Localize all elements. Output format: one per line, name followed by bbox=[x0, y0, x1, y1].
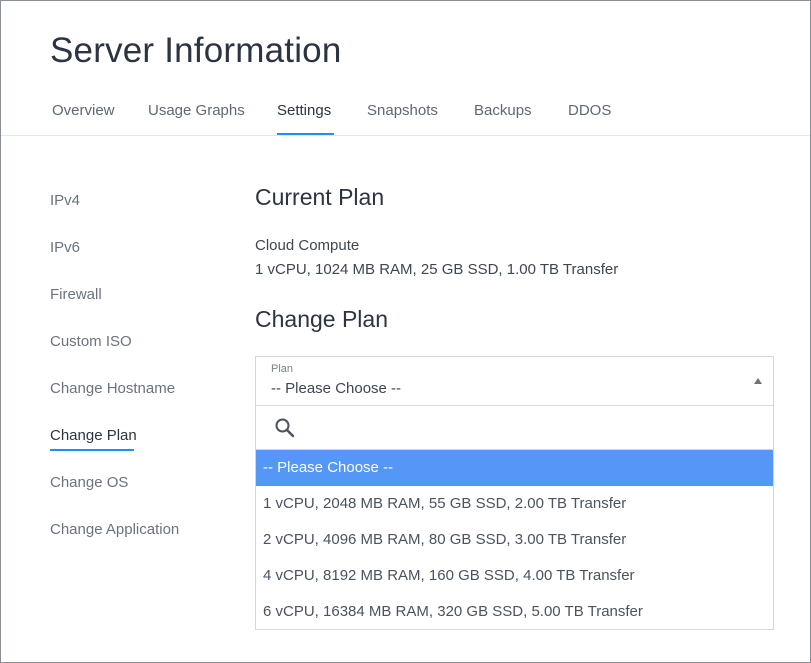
plan-option-2vcpu[interactable]: 2 vCPU, 4096 MB RAM, 80 GB SSD, 3.00 TB … bbox=[256, 522, 773, 558]
current-plan-name: Cloud Compute bbox=[255, 237, 360, 254]
change-plan-heading: Change Plan bbox=[255, 306, 388, 332]
plan-dropdown: -- Please Choose -- 1 vCPU, 2048 MB RAM,… bbox=[255, 406, 774, 630]
plan-option-6vcpu[interactable]: 6 vCPU, 16384 MB RAM, 320 GB SSD, 5.00 T… bbox=[256, 594, 773, 630]
sidebar-item-change-hostname[interactable]: Change Hostname bbox=[50, 380, 175, 397]
sidebar-item-ipv4[interactable]: IPv4 bbox=[50, 192, 80, 209]
search-icon bbox=[274, 417, 296, 439]
page-title: Server Information bbox=[50, 31, 342, 70]
tab-bar: Overview Usage Graphs Settings Snapshots… bbox=[1, 89, 810, 136]
tab-settings[interactable]: Settings bbox=[277, 102, 331, 119]
tab-snapshots[interactable]: Snapshots bbox=[367, 102, 438, 119]
plan-option-4vcpu[interactable]: 4 vCPU, 8192 MB RAM, 160 GB SSD, 4.00 TB… bbox=[256, 558, 773, 594]
tab-ddos[interactable]: DDOS bbox=[568, 102, 611, 119]
tab-backups[interactable]: Backups bbox=[474, 102, 532, 119]
current-plan-heading: Current Plan bbox=[255, 184, 385, 210]
sidebar-item-change-application[interactable]: Change Application bbox=[50, 521, 179, 538]
dropdown-search-input[interactable] bbox=[302, 414, 761, 442]
active-sidebar-indicator bbox=[50, 449, 134, 451]
current-plan-details: 1 vCPU, 1024 MB RAM, 25 GB SSD, 1.00 TB … bbox=[255, 261, 619, 278]
plan-select[interactable]: Plan -- Please Choose -- bbox=[255, 356, 774, 406]
dropdown-search-row bbox=[256, 406, 773, 450]
plan-option-please-choose[interactable]: -- Please Choose -- bbox=[256, 450, 773, 486]
caret-up-icon bbox=[754, 378, 762, 384]
sidebar-item-change-plan[interactable]: Change Plan bbox=[50, 427, 137, 444]
plan-select-label: Plan bbox=[271, 363, 294, 375]
sidebar-item-ipv6[interactable]: IPv6 bbox=[50, 239, 80, 256]
sidebar-item-firewall[interactable]: Firewall bbox=[50, 286, 102, 303]
tab-overview[interactable]: Overview bbox=[52, 102, 115, 119]
sidebar-item-change-os[interactable]: Change OS bbox=[50, 474, 128, 491]
active-tab-indicator bbox=[277, 133, 334, 135]
tab-usage-graphs[interactable]: Usage Graphs bbox=[148, 102, 245, 119]
sidebar-item-custom-iso[interactable]: Custom ISO bbox=[50, 333, 132, 350]
plan-option-1vcpu[interactable]: 1 vCPU, 2048 MB RAM, 55 GB SSD, 2.00 TB … bbox=[256, 486, 773, 522]
plan-select-value: -- Please Choose -- bbox=[271, 380, 402, 397]
